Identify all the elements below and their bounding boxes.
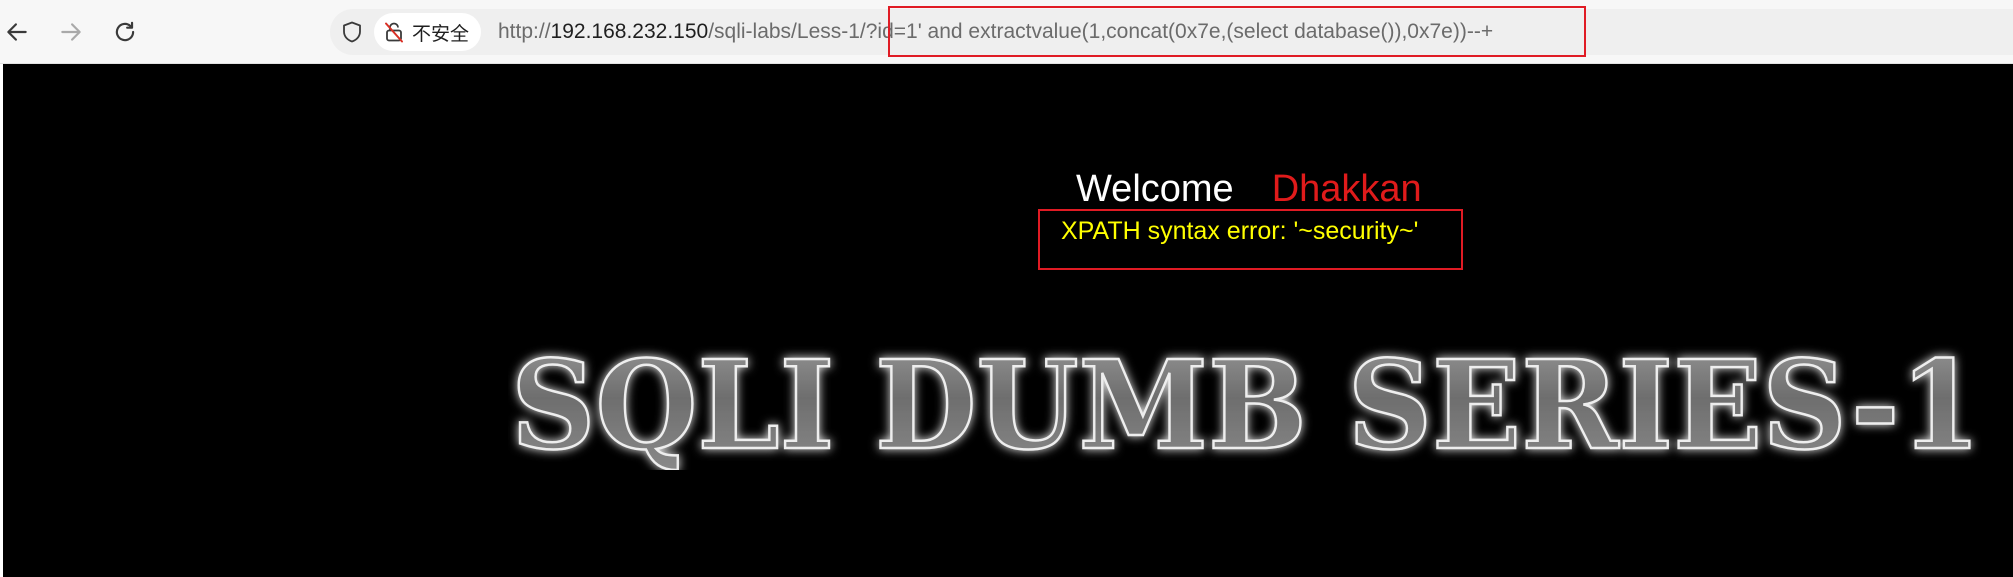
page-content bbox=[3, 64, 2013, 577]
arrow-right-icon bbox=[61, 23, 81, 41]
user-name: Dhakkan bbox=[1271, 168, 1422, 210]
sqli-dumb-series-banner: SQLI DUMB SERIES-1 bbox=[510, 340, 1983, 470]
not-secure-label: 不安全 bbox=[412, 22, 470, 45]
error-highlight-box bbox=[1038, 209, 1463, 270]
welcome-message: Welcome Dhakkan bbox=[1076, 168, 1422, 211]
back-button[interactable] bbox=[0, 15, 34, 49]
url-host: 192.168.232.150 bbox=[550, 20, 709, 43]
reload-button[interactable] bbox=[108, 15, 142, 49]
url-injection-highlight-box bbox=[888, 6, 1586, 57]
forward-button[interactable] bbox=[54, 15, 88, 49]
url-scheme: http:// bbox=[498, 20, 551, 43]
browser-toolbar: 不安全 http://192.168.232.150/sqli-labs/Les… bbox=[0, 0, 2013, 64]
url-path: /sqli-labs/Less-1/ bbox=[708, 20, 866, 43]
shield-icon bbox=[343, 21, 361, 43]
banner-text: SQLI DUMB SERIES-1 bbox=[511, 340, 1981, 470]
arrow-left-icon bbox=[7, 23, 27, 41]
reload-icon bbox=[115, 21, 135, 42]
unlocked-warning-icon bbox=[385, 22, 403, 43]
site-info-button[interactable] bbox=[338, 18, 366, 46]
not-secure-chip[interactable]: 不安全 bbox=[374, 13, 482, 51]
welcome-label: Welcome bbox=[1076, 168, 1234, 210]
